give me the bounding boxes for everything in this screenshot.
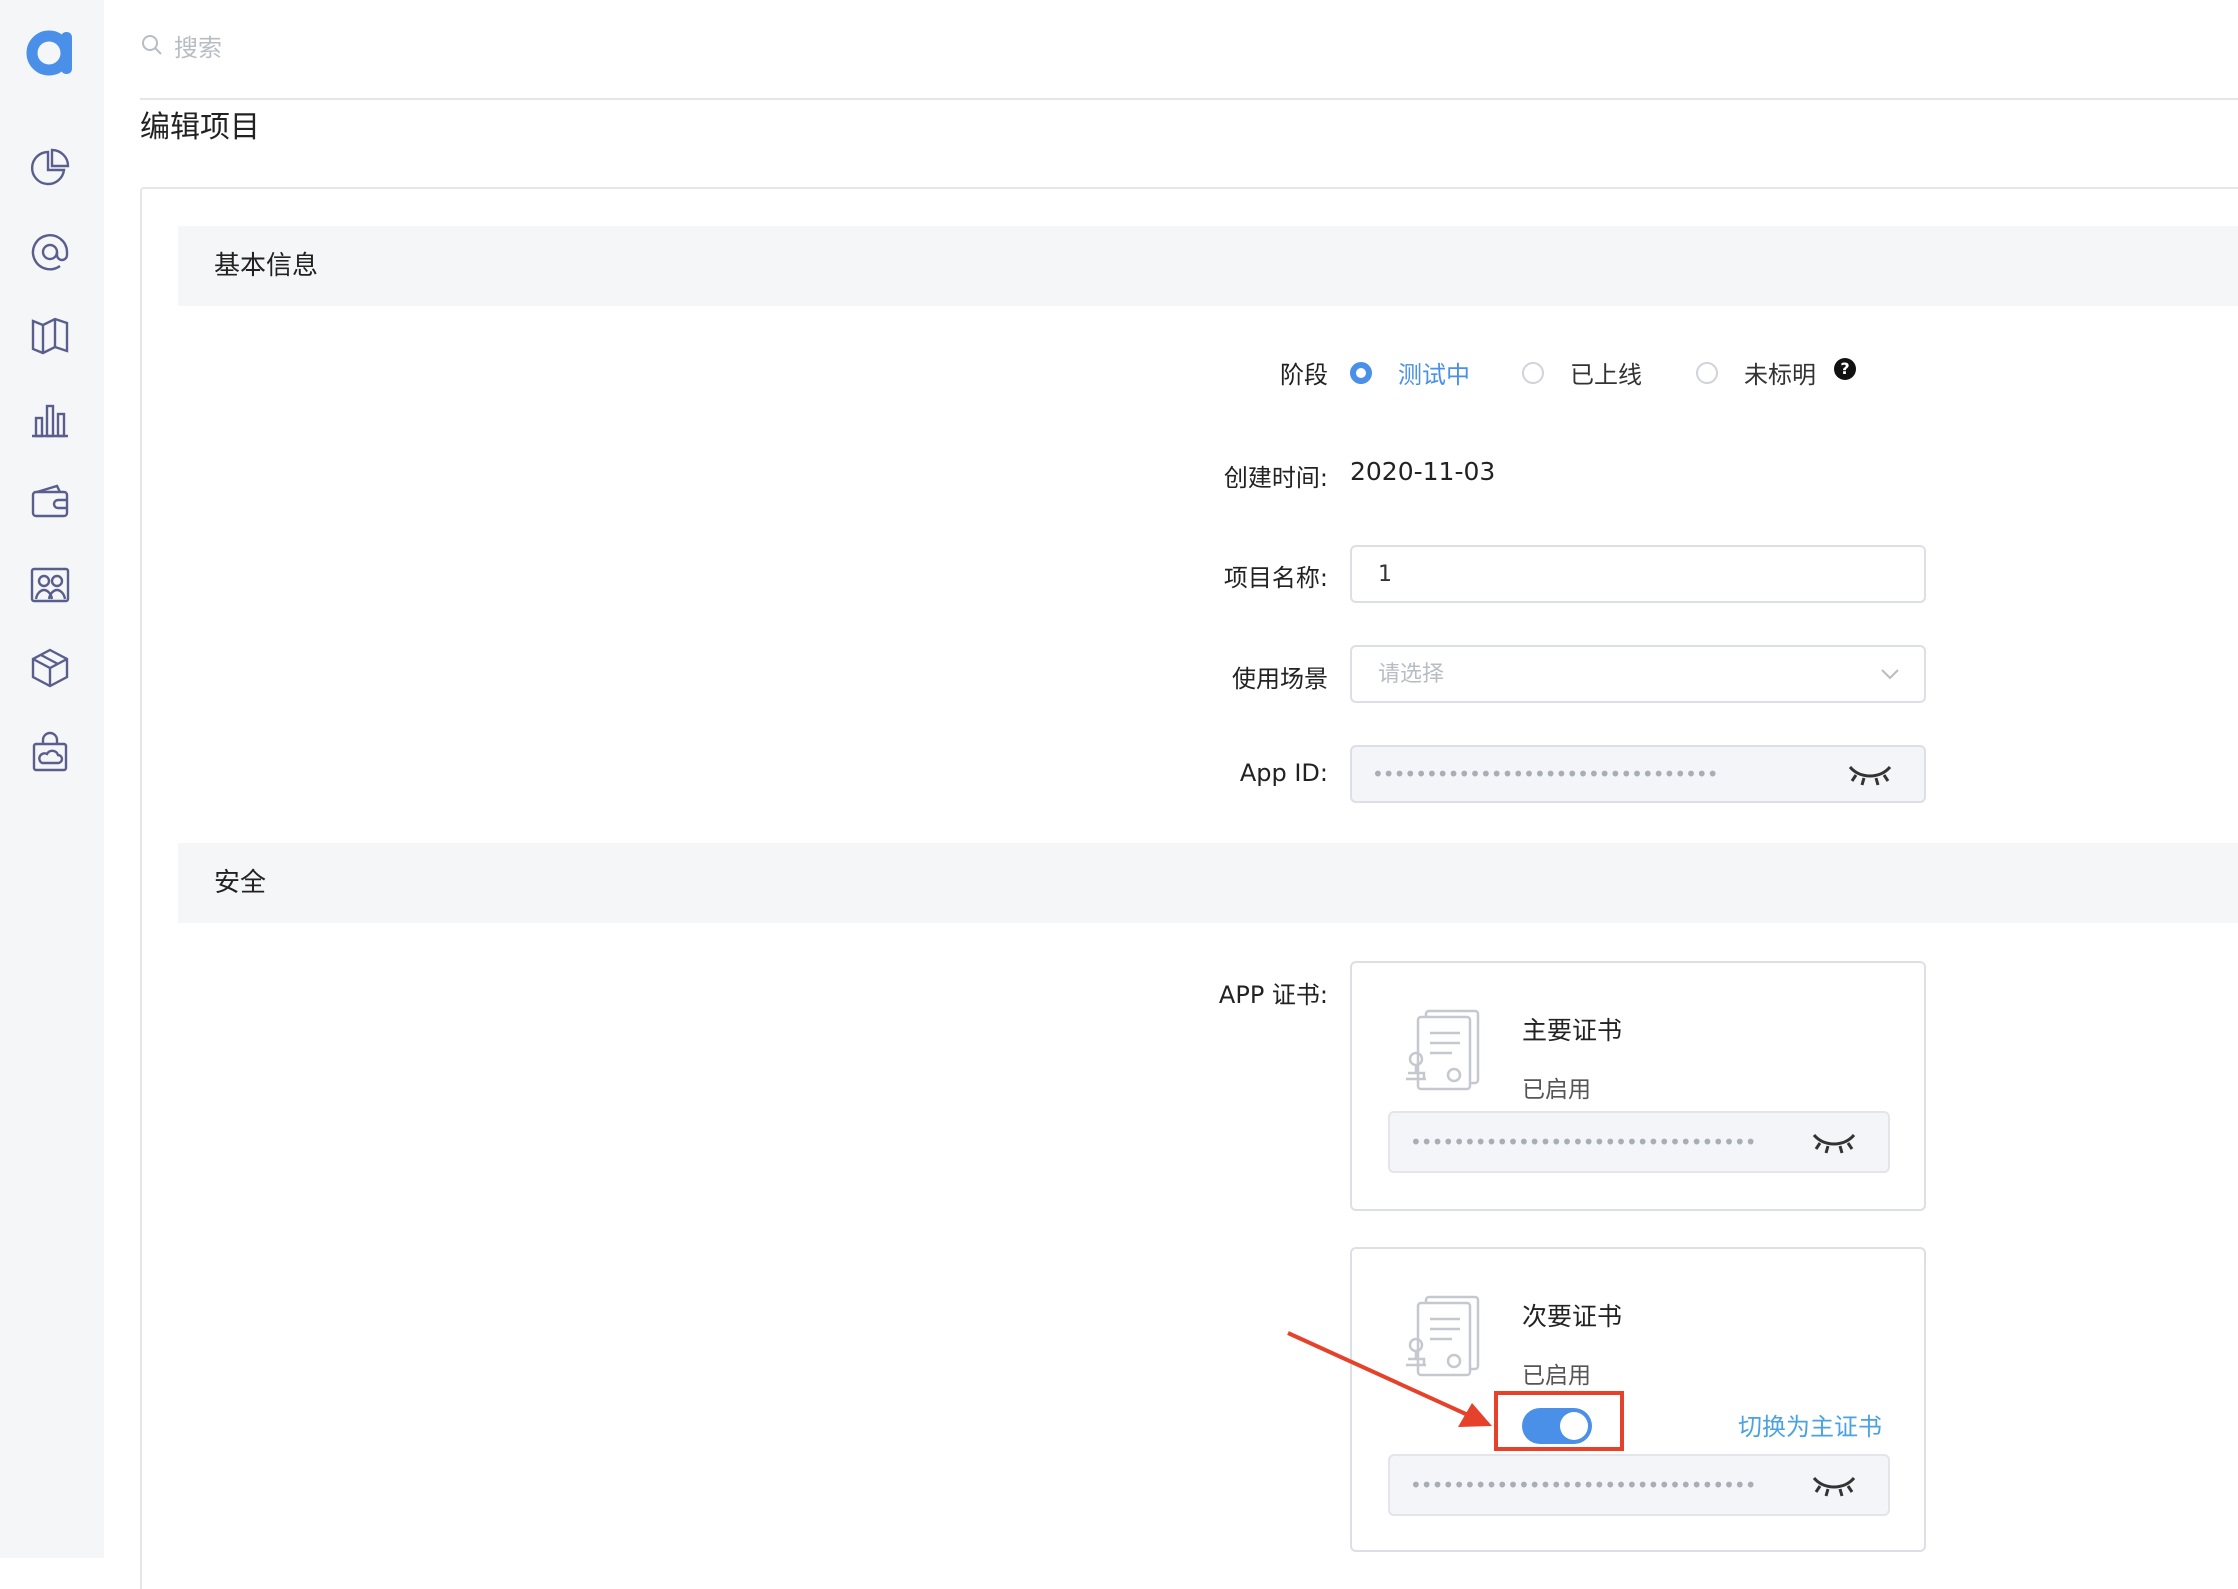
app-id-masked: •••••••••••••••••••••••••••••••• bbox=[1372, 762, 1718, 786]
certificate-icon bbox=[1406, 1009, 1480, 1091]
radio-label: 未标明 bbox=[1744, 361, 1816, 389]
scene-label: 使用场景 bbox=[1232, 665, 1328, 693]
project-name-input[interactable]: 1 bbox=[1350, 545, 1926, 603]
search-bar[interactable]: 搜索 bbox=[140, 20, 640, 70]
section-title: 基本信息 bbox=[214, 251, 319, 281]
secondary-cert-title: 次要证书 bbox=[1522, 1302, 1623, 1331]
primary-cert-status: 已启用 bbox=[1522, 1077, 1591, 1103]
scene-placeholder: 请选择 bbox=[1378, 662, 1445, 687]
radio-testing[interactable]: 测试中 bbox=[1350, 355, 1470, 390]
secondary-cert-masked: •••••••••••••••••••••••••••••••• bbox=[1410, 1473, 1756, 1497]
switch-to-primary-link[interactable]: 切换为主证书 bbox=[1738, 1407, 1882, 1442]
pie-chart-icon[interactable] bbox=[26, 144, 74, 192]
app-id-field[interactable]: •••••••••••••••••••••••••••••••• bbox=[1350, 745, 1926, 803]
radio-unmarked[interactable]: 未标明 bbox=[1696, 355, 1816, 390]
secondary-cert-field[interactable]: •••••••••••••••••••••••••••••••• bbox=[1388, 1454, 1890, 1516]
stage-label: 阶段 bbox=[1280, 361, 1328, 389]
section-security: 安全 bbox=[178, 843, 2238, 923]
search-icon bbox=[142, 35, 162, 55]
created-value: 2020-11-03 bbox=[1350, 457, 1496, 486]
radio-dot[interactable] bbox=[1522, 361, 1544, 384]
divider bbox=[140, 98, 2238, 100]
search-input[interactable]: 搜索 bbox=[174, 28, 222, 63]
project-name-label: 项目名称: bbox=[1223, 564, 1328, 592]
primary-cert-field[interactable]: •••••••••••••••••••••••••••••••• bbox=[1388, 1111, 1890, 1173]
annotation-arrow bbox=[1287, 1331, 1492, 1427]
scene-select[interactable]: 请选择 bbox=[1350, 645, 1926, 703]
question-icon[interactable]: ? bbox=[1834, 358, 1856, 380]
section-basic-info: 基本信息 bbox=[178, 226, 2238, 306]
secondary-cert-status: 已启用 bbox=[1522, 1363, 1591, 1389]
highlight-box bbox=[1494, 1391, 1624, 1451]
app-id-label: App ID: bbox=[1239, 759, 1328, 787]
bar-chart-icon[interactable] bbox=[26, 394, 74, 442]
at-icon[interactable] bbox=[26, 228, 74, 276]
section-title: 安全 bbox=[214, 868, 267, 898]
project-name-value: 1 bbox=[1378, 562, 1392, 587]
eye-closed-icon[interactable] bbox=[1810, 1470, 1858, 1500]
radio-label: 已上线 bbox=[1570, 361, 1642, 389]
radio-dot[interactable] bbox=[1350, 361, 1372, 384]
app-cert-label: APP 证书: bbox=[1218, 981, 1328, 1009]
wallet-icon[interactable] bbox=[26, 478, 74, 526]
eye-closed-icon[interactable] bbox=[1846, 759, 1894, 789]
users-icon[interactable] bbox=[26, 561, 74, 609]
primary-cert-title: 主要证书 bbox=[1522, 1016, 1623, 1045]
bag-cloud-icon[interactable] bbox=[26, 728, 74, 776]
created-label: 创建时间: bbox=[1223, 464, 1328, 492]
logo-icon[interactable] bbox=[24, 24, 78, 78]
sidebar bbox=[0, 0, 104, 1558]
radio-online[interactable]: 已上线 bbox=[1522, 355, 1642, 390]
page-title: 编辑项目 bbox=[140, 110, 260, 145]
radio-dot[interactable] bbox=[1696, 361, 1718, 384]
primary-cert-masked: •••••••••••••••••••••••••••••••• bbox=[1410, 1130, 1756, 1154]
box-icon[interactable] bbox=[26, 644, 74, 692]
eye-closed-icon[interactable] bbox=[1810, 1127, 1858, 1157]
primary-cert-card: 主要证书 已启用 •••••••••••••••••••••••••••••••… bbox=[1350, 961, 1926, 1211]
chevron-down-icon bbox=[1881, 669, 1899, 680]
radio-label: 测试中 bbox=[1398, 361, 1470, 389]
map-icon[interactable] bbox=[26, 311, 74, 359]
